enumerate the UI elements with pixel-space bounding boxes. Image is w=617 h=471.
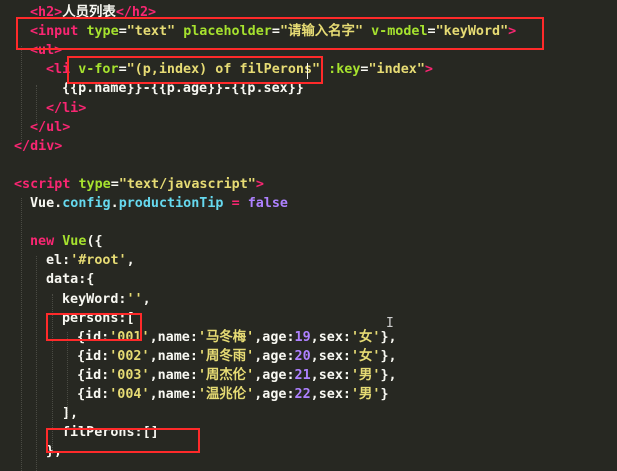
text-cursor [307, 63, 308, 79]
code-token: </div> [14, 138, 63, 154]
code-token: ,name: [149, 348, 198, 364]
code-token: '周冬雨' [197, 348, 255, 364]
code-token: :key [328, 62, 361, 78]
code-token: '002' [109, 348, 150, 364]
code-line[interactable]: </div> [14, 137, 62, 156]
code-editor[interactable]: <h2>人员列表</h2> <input type="text" placehol… [0, 0, 617, 471]
code-token: }, [380, 329, 397, 345]
highlight-input-line [16, 17, 544, 50]
code-token: ,age: [254, 387, 295, 402]
code-line[interactable]: {id:'003',name:'周杰伦',age:21,sex:'男'}, [77, 366, 397, 385]
code-line[interactable]: data:{ [46, 270, 94, 289]
code-token: '男' [350, 367, 381, 383]
code-line[interactable]: Vue.config.productionTip = false [30, 194, 288, 213]
code-token: , [126, 253, 135, 269]
code-token: ,sex: [310, 348, 351, 364]
highlight-persons [46, 313, 142, 341]
code-token: . [110, 196, 119, 211]
code-line[interactable]: {id:'004',name:'温兆伦',age:22,sex:'男'} [77, 385, 389, 404]
code-token: ,sex: [310, 387, 351, 402]
code-token: productionTip [118, 196, 224, 211]
code-line[interactable]: {id:'002',name:'周冬雨',age:20,sex:'女'}, [77, 347, 397, 366]
code-token: '女' [350, 348, 381, 364]
code-line[interactable]: </li> [46, 99, 86, 118]
code-token: false [247, 196, 288, 211]
code-token: , [142, 291, 151, 307]
code-token: ,sex: [310, 329, 351, 345]
code-token: "index" [368, 62, 425, 78]
code-token: '003' [109, 367, 150, 383]
code-token: {id: [77, 367, 110, 383]
code-line[interactable]: <script type="text/javascript"> [14, 175, 264, 194]
code-token: type [78, 176, 111, 192]
code-token: ,sex: [310, 367, 351, 383]
code-line[interactable]: el:'#root', [46, 251, 135, 270]
code-token: 20 [294, 348, 311, 364]
code-token: ,age: [254, 348, 295, 364]
code-token: data:{ [46, 272, 95, 288]
code-line[interactable]: </ul> [30, 118, 70, 137]
highlight-filperons [46, 428, 200, 453]
code-token: 21 [294, 367, 311, 383]
code-token: > [424, 62, 433, 78]
code-token: {id: [77, 387, 110, 402]
code-line[interactable]: keyWord:'', [62, 290, 151, 309]
code-token: }, [380, 367, 397, 383]
code-token: '女' [350, 329, 381, 345]
code-token: <script [14, 176, 71, 192]
code-token: > [255, 176, 264, 192]
code-token: = [110, 176, 119, 192]
code-token: 22 [294, 387, 311, 402]
code-token: </li> [46, 100, 87, 116]
code-token: 19 [294, 329, 311, 345]
code-token: Vue. [30, 196, 63, 211]
code-token: keyWord: [62, 291, 127, 307]
code-token: ,age: [254, 367, 295, 383]
code-token: '004' [109, 387, 150, 402]
code-token: config [62, 196, 111, 211]
code-token: Vue [62, 234, 87, 250]
code-token: '马冬梅' [197, 329, 255, 345]
code-token: ,name: [149, 367, 198, 383]
indent-guide [21, 198, 22, 471]
code-token: '' [126, 291, 143, 307]
code-token: ], [62, 406, 79, 422]
code-line[interactable]: ], [62, 404, 78, 423]
mouse-ibeam-cursor: I [386, 316, 394, 331]
code-token: '温兆伦' [197, 387, 255, 402]
code-token: } [380, 387, 389, 402]
code-token: "text/javascript" [118, 176, 256, 192]
code-line[interactable]: new Vue({ [30, 232, 103, 251]
code-token: '男' [350, 387, 381, 402]
code-token: '#root' [70, 253, 127, 269]
code-token: ,age: [254, 329, 295, 345]
code-token: {id: [77, 348, 110, 364]
indent-guide [21, 46, 22, 141]
indent-guide [36, 256, 37, 471]
highlight-v-for [67, 56, 323, 84]
code-token: }, [380, 348, 397, 364]
code-token: '周杰伦' [197, 367, 255, 383]
code-token: ({ [86, 234, 103, 250]
code-token: ,name: [149, 329, 198, 345]
code-token: = [231, 196, 240, 211]
code-token: </ul> [30, 119, 71, 135]
code-token: new [30, 234, 55, 250]
code-token: ,name: [149, 387, 198, 402]
code-token: el: [46, 253, 71, 269]
